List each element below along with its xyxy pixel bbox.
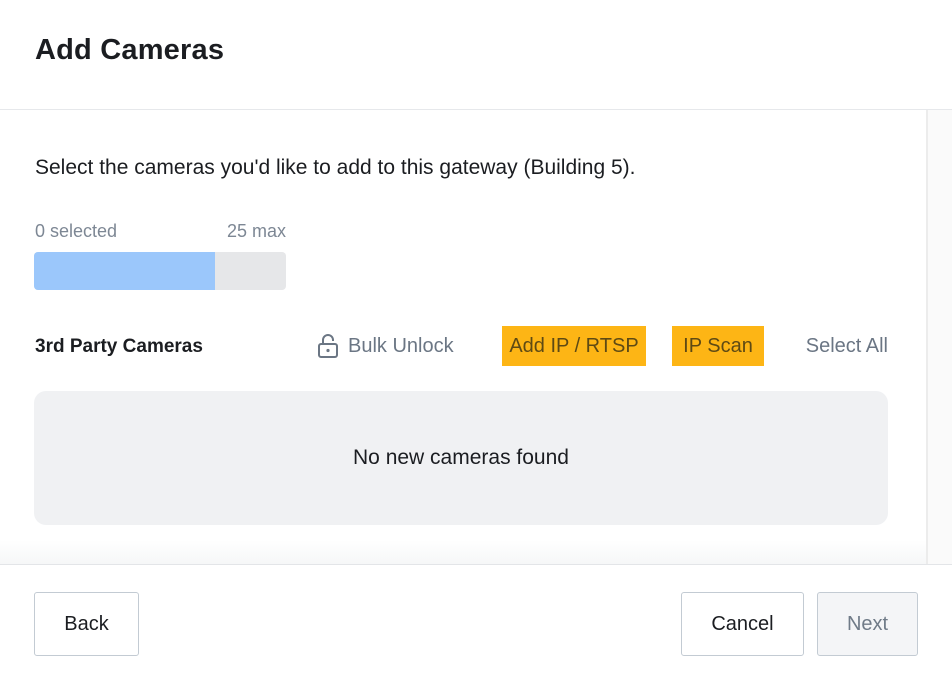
add-ip-rtsp-button[interactable]: Add IP / RTSP (502, 326, 646, 366)
bulk-unlock-label: Bulk Unlock (348, 334, 454, 357)
empty-state-text: No new cameras found (353, 446, 569, 469)
modal-title: Add Cameras (35, 34, 225, 66)
instruction-text: Select the cameras you'd like to add to … (35, 156, 636, 179)
lock-icon (317, 333, 339, 359)
selected-count-label: 0 selected (35, 221, 118, 241)
cancel-button[interactable]: Cancel (681, 592, 804, 656)
scroll-fade (0, 540, 926, 564)
camera-list-empty-state: No new cameras found (34, 391, 888, 525)
selection-count: 0 selected 25 max (35, 221, 286, 243)
scrollbar[interactable] (926, 110, 952, 564)
modal-body: Select the cameras you'd like to add to … (0, 110, 926, 564)
modal-footer: Back Cancel Next (0, 564, 952, 676)
camera-section-header: 3rd Party Cameras Bulk Unlock Add IP / R… (35, 326, 888, 366)
back-button[interactable]: Back (34, 592, 139, 656)
max-count-label: 25 max (226, 221, 286, 241)
progress-fill (34, 252, 216, 290)
next-button[interactable]: Next (817, 592, 918, 656)
selection-progress-bar (34, 252, 286, 290)
select-all-button[interactable]: Select All (806, 326, 888, 366)
section-title: 3rd Party Cameras (35, 336, 203, 357)
ip-scan-button[interactable]: IP Scan (672, 326, 764, 366)
modal-header: Add Cameras (0, 0, 952, 110)
bulk-unlock-button[interactable]: Bulk Unlock (317, 326, 454, 366)
